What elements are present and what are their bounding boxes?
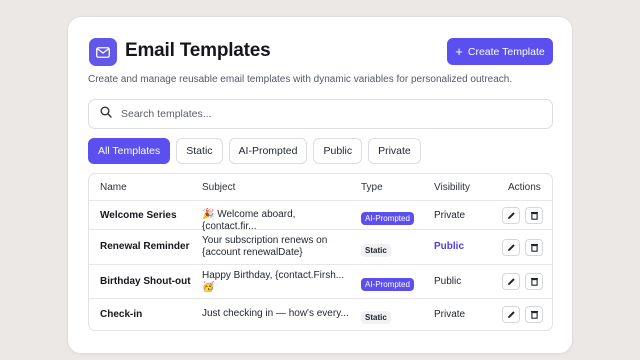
pencil-icon xyxy=(507,207,516,225)
template-subject: Happy Birthday, {contact.Firsh... 🥳 xyxy=(202,270,352,294)
row-actions xyxy=(502,306,543,323)
search-input[interactable] xyxy=(121,108,521,120)
column-header-visibility: Visibility xyxy=(434,182,470,193)
filter-tabs: All Templates Static AI-Prompted Public … xyxy=(88,138,421,164)
templates-card: Email Templates + Create Template Create… xyxy=(67,16,573,354)
subject-line: Your subscription renews on xyxy=(202,235,328,246)
filter-public[interactable]: Public xyxy=(313,138,363,164)
template-subject: Your subscription renews on {account ren… xyxy=(202,235,352,259)
column-header-type: Type xyxy=(361,182,383,193)
create-template-button[interactable]: + Create Template xyxy=(447,38,553,65)
type-badge: AI-Prompted xyxy=(361,278,414,291)
create-template-label: Create Template xyxy=(467,45,545,58)
column-header-name: Name xyxy=(100,182,127,193)
table-row[interactable]: Birthday Shout-out Happy Birthday, {cont… xyxy=(89,265,552,299)
edit-button[interactable] xyxy=(502,239,520,256)
page-title: Email Templates xyxy=(125,40,271,61)
delete-button[interactable] xyxy=(525,207,543,224)
filter-all-templates[interactable]: All Templates xyxy=(88,138,171,164)
mail-icon xyxy=(89,38,117,66)
visibility-text: Public xyxy=(434,241,465,252)
column-header-actions: Actions xyxy=(508,182,541,193)
search-box xyxy=(88,99,553,129)
edit-button[interactable] xyxy=(502,207,520,224)
search-icon xyxy=(100,105,112,123)
row-actions xyxy=(502,239,543,256)
template-name: Check-in xyxy=(100,309,143,320)
template-name: Birthday Shout-out xyxy=(100,276,191,287)
template-name: Welcome Series xyxy=(100,210,177,221)
delete-button[interactable] xyxy=(525,306,543,323)
filter-ai-prompted[interactable]: AI-Prompted xyxy=(228,138,308,164)
subject-line: 🎉 Welcome aboard, {contact.fir... xyxy=(202,209,296,232)
type-badge: Static xyxy=(361,311,391,324)
type-cell: AI-Prompted xyxy=(361,274,414,292)
type-cell: Static xyxy=(361,240,391,258)
table-row[interactable]: Welcome Series 🎉 Welcome aboard, {contac… xyxy=(89,201,552,232)
delete-button[interactable] xyxy=(525,273,543,290)
page-subtitle: Create and manage reusable email templat… xyxy=(88,74,513,85)
trash-icon xyxy=(530,306,539,324)
trash-icon xyxy=(530,273,539,291)
type-cell: Static xyxy=(361,307,391,325)
row-actions xyxy=(502,273,543,290)
visibility-text: Private xyxy=(434,309,466,320)
pencil-icon xyxy=(507,239,516,257)
table-header: Name Subject Type Visibility Actions xyxy=(89,174,552,201)
type-cell: AI-Prompted xyxy=(361,208,414,226)
row-actions xyxy=(502,207,543,224)
trash-icon xyxy=(530,207,539,225)
templates-table: Name Subject Type Visibility Actions Wel… xyxy=(88,173,553,331)
delete-button[interactable] xyxy=(525,239,543,256)
filter-private[interactable]: Private xyxy=(368,138,421,164)
column-header-subject: Subject xyxy=(202,182,236,193)
subject-line-2: 🥳 xyxy=(202,282,215,293)
subject-line: Just checking in — how's every... xyxy=(202,308,349,319)
edit-button[interactable] xyxy=(502,306,520,323)
table-row[interactable]: Renewal Reminder Your subscription renew… xyxy=(89,230,552,265)
trash-icon xyxy=(530,239,539,257)
pencil-icon xyxy=(507,273,516,291)
template-name: Renewal Reminder xyxy=(100,241,190,252)
subject-line: Happy Birthday, {contact.Firsh... xyxy=(202,270,345,281)
visibility-text: Private xyxy=(434,210,466,221)
type-badge: Static xyxy=(361,244,391,257)
plus-icon: + xyxy=(455,44,463,59)
template-subject: Just checking in — how's every... xyxy=(202,308,352,320)
visibility-text: Public xyxy=(434,276,462,287)
pencil-icon xyxy=(507,306,516,324)
edit-button[interactable] xyxy=(502,273,520,290)
filter-static[interactable]: Static xyxy=(176,138,223,164)
type-badge: AI-Prompted xyxy=(361,212,414,225)
subject-line-2: {account renewalDate} xyxy=(202,247,303,258)
table-row[interactable]: Check-in Just checking in — how's every.… xyxy=(89,299,552,330)
